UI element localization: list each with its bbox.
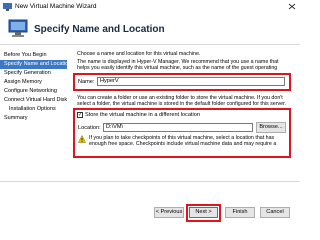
step-before-you-begin[interactable]: Before You Begin xyxy=(0,51,67,60)
step-configure-networking[interactable]: Configure Networking xyxy=(0,87,67,96)
virtual-machine-icon xyxy=(8,19,28,37)
name-input[interactable]: HyperV xyxy=(97,77,285,86)
wizard-footer: < Previous Next > Finish Cancel xyxy=(0,181,300,225)
location-input[interactable]: D:\VM\ xyxy=(103,123,253,132)
previous-button[interactable]: < Previous xyxy=(154,207,184,218)
wizard-steps: Before You Begin Specify Name and Locati… xyxy=(0,45,67,180)
location-label: Location: xyxy=(78,125,101,131)
checkpoint-warning-text: If you plan to take checkpoints of this … xyxy=(89,135,277,147)
step-specify-name-location[interactable]: Specify Name and Location xyxy=(0,60,67,69)
store-checkbox-label: Store the virtual machine in a different… xyxy=(85,112,200,118)
name-label: Name: xyxy=(78,79,95,85)
step-installation-options[interactable]: Installation Options xyxy=(0,105,67,114)
step-assign-memory[interactable]: Assign Memory xyxy=(0,78,67,87)
warning-icon xyxy=(78,135,86,143)
location-description: You can create a folder or use an existi… xyxy=(77,95,287,107)
step-specify-generation[interactable]: Specify Generation xyxy=(0,69,67,78)
browse-button[interactable]: Browse... xyxy=(256,122,286,133)
wizard-window: New Virtual Machine Wizard Specify Name … xyxy=(0,0,300,225)
title-bar: New Virtual Machine Wizard xyxy=(0,0,300,14)
next-button[interactable]: Next > xyxy=(189,207,218,218)
hyperv-app-icon xyxy=(3,3,12,11)
name-description: The name is displayed in Hyper-V Manager… xyxy=(77,59,279,71)
step-summary[interactable]: Summary xyxy=(0,114,67,123)
finish-button[interactable]: Finish xyxy=(225,207,255,218)
page-title: Specify Name and Location xyxy=(34,24,165,35)
step-connect-vhd[interactable]: Connect Virtual Hard Disk xyxy=(0,96,67,105)
wizard-content: Choose a name and location for this virt… xyxy=(73,45,297,180)
intro-text: Choose a name and location for this virt… xyxy=(77,51,201,57)
store-different-location-checkbox[interactable]: ✓ xyxy=(77,112,83,118)
close-window-icon[interactable] xyxy=(286,1,298,12)
window-title: New Virtual Machine Wizard xyxy=(15,3,97,10)
cancel-button[interactable]: Cancel xyxy=(260,207,290,218)
wizard-header: Specify Name and Location xyxy=(0,14,300,45)
